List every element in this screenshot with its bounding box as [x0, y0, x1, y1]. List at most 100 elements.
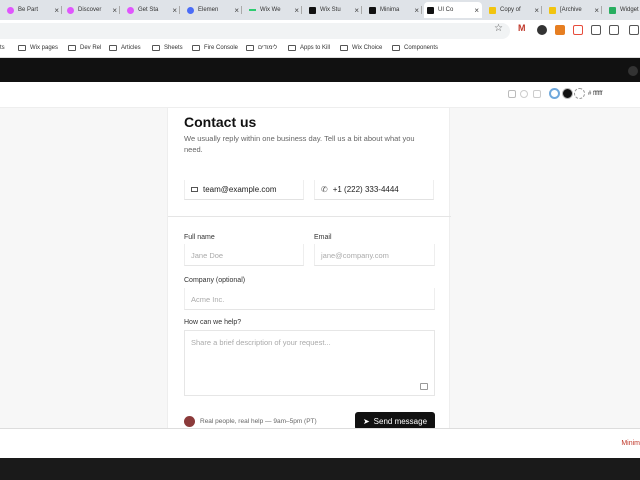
browser-tab[interactable]: [Archive ×: [546, 2, 602, 18]
folder-icon: [152, 45, 160, 51]
extension-icon[interactable]: [555, 25, 565, 35]
bottom-dark-panel: [0, 458, 640, 480]
editor-top-bar: [0, 58, 640, 82]
editor-bottom-strip: Minim: [0, 428, 640, 458]
extension-icon[interactable]: [537, 25, 547, 35]
full-name-input[interactable]: Jane Doe: [184, 244, 304, 266]
resize-handle-icon[interactable]: [420, 383, 428, 390]
color-swatch-icon[interactable]: [562, 88, 573, 99]
hex-value[interactable]: # ffffff: [588, 91, 602, 97]
bookmark-label: Components: [404, 45, 439, 51]
tab-label: Get Sta: [138, 7, 159, 13]
email-contact-chip[interactable]: team@example.com: [184, 180, 304, 200]
close-icon[interactable]: ×: [414, 6, 419, 15]
tab-favicon-icon: [489, 6, 496, 14]
hex-value-text: ffffff: [593, 91, 603, 97]
bookmark-folder[interactable]: Components: [392, 45, 438, 51]
browser-tab[interactable]: Get Sta ×: [124, 2, 180, 18]
tab-label: Wix We: [260, 7, 281, 13]
browser-tab[interactable]: Be Part ×: [4, 2, 62, 18]
help-textarea[interactable]: Share a brief description of your reques…: [184, 330, 435, 396]
mail-icon: [191, 187, 198, 192]
avatar[interactable]: [628, 66, 638, 76]
browser-tab[interactable]: Wix Stu ×: [306, 2, 362, 18]
tool-icon[interactable]: [520, 90, 528, 98]
close-icon[interactable]: ×: [354, 6, 359, 15]
puzzle-icon[interactable]: [609, 25, 619, 35]
form-subtitle: We usually reply within one business day…: [184, 134, 415, 154]
folder-icon: [288, 45, 296, 51]
close-icon[interactable]: ×: [534, 6, 539, 15]
phone-contact-chip[interactable]: ✆ +1 (222) 333-4444: [314, 180, 434, 200]
browser-tab[interactable]: Minima ×: [366, 2, 422, 18]
tab-label: Discover: [78, 7, 102, 13]
close-icon[interactable]: ×: [54, 6, 59, 15]
bookmark-folder[interactable]: Dev Rel: [68, 45, 101, 51]
close-icon[interactable]: ×: [112, 6, 117, 15]
browser-tab-active[interactable]: UI Co ×: [424, 2, 482, 18]
tab-favicon-icon: [369, 6, 376, 14]
close-icon[interactable]: ×: [474, 6, 479, 15]
full-name-label: Full name: [184, 234, 215, 241]
company-label: Company (optional): [184, 277, 246, 284]
support-note: Real people, real help — 9am–5pm (PT): [184, 416, 317, 427]
folder-icon: [68, 45, 76, 51]
bottom-right-label[interactable]: Minim: [621, 440, 640, 447]
bookmark-folder[interactable]: Articles: [109, 45, 141, 51]
avatar: [184, 416, 195, 427]
bookmark-folder[interactable]: Sheets: [152, 45, 183, 51]
tab-label: Be Part: [18, 7, 39, 13]
bookmark-star-icon[interactable]: ☆: [494, 23, 503, 34]
tab-favicon-icon: [427, 6, 434, 14]
bookmark-label: Sheets: [164, 45, 183, 51]
support-note-text: Real people, real help — 9am–5pm (PT): [200, 418, 317, 425]
company-input[interactable]: Acme Inc.: [184, 288, 435, 310]
browser-tab[interactable]: Wix We ×: [246, 2, 302, 18]
folder-icon: [109, 45, 117, 51]
extension-icon[interactable]: [629, 25, 639, 35]
close-icon[interactable]: ×: [294, 6, 299, 15]
bookmark-folder[interactable]: Fire Console: [192, 45, 238, 51]
browser-tab[interactable]: Widget: [606, 2, 640, 18]
folder-icon: [340, 45, 348, 51]
folder-icon: [18, 45, 26, 51]
phone-contact-text: +1 (222) 333-4444: [332, 185, 399, 194]
close-icon[interactable]: ×: [594, 6, 599, 15]
close-icon[interactable]: ×: [234, 6, 239, 15]
tab-label: Wix Stu: [320, 7, 341, 13]
tab-label: [Archive: [560, 7, 582, 13]
bookmark-folder[interactable]: Wix Choice: [340, 45, 382, 51]
screenshot-extension-icon[interactable]: [591, 25, 601, 35]
bookmark-folder[interactable]: Apps to Kill: [288, 45, 330, 51]
color-swatch-icon[interactable]: [549, 88, 560, 99]
tab-label: Elemen: [198, 7, 219, 13]
help-label: How can we help?: [184, 319, 242, 326]
send-icon: ➤: [362, 416, 370, 426]
tool-icon[interactable]: [508, 90, 516, 98]
address-input[interactable]: [0, 23, 510, 39]
tool-icon[interactable]: [533, 90, 541, 98]
browser-tab[interactable]: Discover ×: [64, 2, 120, 18]
bookmark-label: Wix Choice: [352, 45, 383, 51]
bookmark-label: לימודים: [258, 45, 278, 51]
bookmark-label: Wix pages: [30, 45, 59, 51]
bookmark-folder[interactable]: Wix pages: [18, 45, 58, 51]
bookmark-folder[interactable]: לימודים: [246, 45, 277, 51]
bookmark-label: Apps to Kill: [300, 45, 331, 51]
gmail-extension-icon[interactable]: M: [518, 23, 528, 33]
browser-tab[interactable]: Copy of ×: [486, 2, 542, 18]
editor-toolbar: # ffffff: [0, 82, 640, 108]
color-picker-icon[interactable]: [574, 88, 585, 99]
email-contact-text: team@example.com: [203, 185, 277, 194]
folder-icon: [192, 45, 200, 51]
extension-icon[interactable]: [573, 25, 583, 35]
bookmark-label: Articles: [121, 45, 141, 51]
tab-label: UI Co: [438, 7, 454, 13]
tab-label: Copy of: [500, 7, 521, 13]
bookmark-item[interactable]: rts: [0, 45, 5, 51]
email-label: Email: [314, 234, 332, 241]
send-label: Send message: [373, 416, 428, 426]
close-icon[interactable]: ×: [172, 6, 177, 15]
email-input[interactable]: jane@company.com: [314, 244, 435, 266]
browser-tab[interactable]: Elemen ×: [184, 2, 242, 18]
